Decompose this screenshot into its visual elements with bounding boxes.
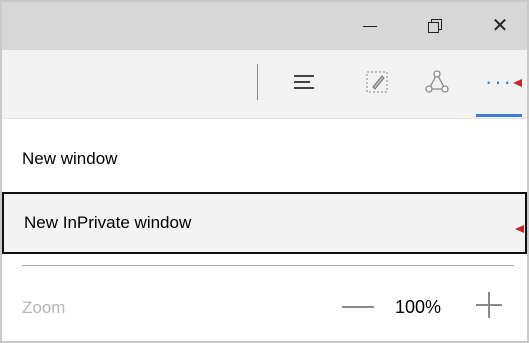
close-button[interactable]: ✕ bbox=[473, 2, 527, 50]
browser-toolbar: ··· bbox=[2, 50, 527, 119]
menu-item-new-inprivate-window[interactable]: New InPrivate window bbox=[2, 192, 527, 254]
more-actions-active-indicator bbox=[476, 114, 522, 117]
zoom-in-button[interactable] bbox=[476, 292, 502, 318]
web-note-button[interactable] bbox=[359, 64, 395, 100]
restore-icon bbox=[428, 19, 442, 33]
menu-item-label: New window bbox=[22, 149, 118, 168]
toolbar-separator bbox=[257, 64, 258, 100]
more-actions-icon: ··· bbox=[485, 69, 513, 94]
browser-window: ✕ ··· New window New InPrivate window Zo… bbox=[0, 0, 529, 343]
red-arrow-annotation bbox=[515, 225, 524, 233]
zoom-out-button[interactable] bbox=[342, 306, 374, 308]
menu-item-new-window[interactable]: New window bbox=[2, 128, 527, 190]
title-bar: ✕ bbox=[2, 2, 527, 50]
zoom-value: 100% bbox=[395, 297, 442, 317]
red-arrow-annotation bbox=[513, 79, 522, 87]
web-note-icon bbox=[366, 71, 388, 93]
minimize-button[interactable] bbox=[343, 2, 397, 50]
hub-icon bbox=[294, 75, 314, 89]
zoom-row: Zoom 100% bbox=[2, 280, 527, 336]
restore-button[interactable] bbox=[408, 2, 462, 50]
close-icon: ✕ bbox=[491, 15, 509, 37]
zoom-label: Zoom bbox=[22, 298, 66, 317]
hub-button[interactable] bbox=[286, 64, 322, 100]
share-icon bbox=[425, 70, 449, 93]
menu-divider bbox=[22, 265, 514, 266]
share-button[interactable] bbox=[419, 64, 455, 100]
minimize-icon bbox=[363, 25, 377, 27]
menu-item-label: New InPrivate window bbox=[24, 213, 192, 232]
